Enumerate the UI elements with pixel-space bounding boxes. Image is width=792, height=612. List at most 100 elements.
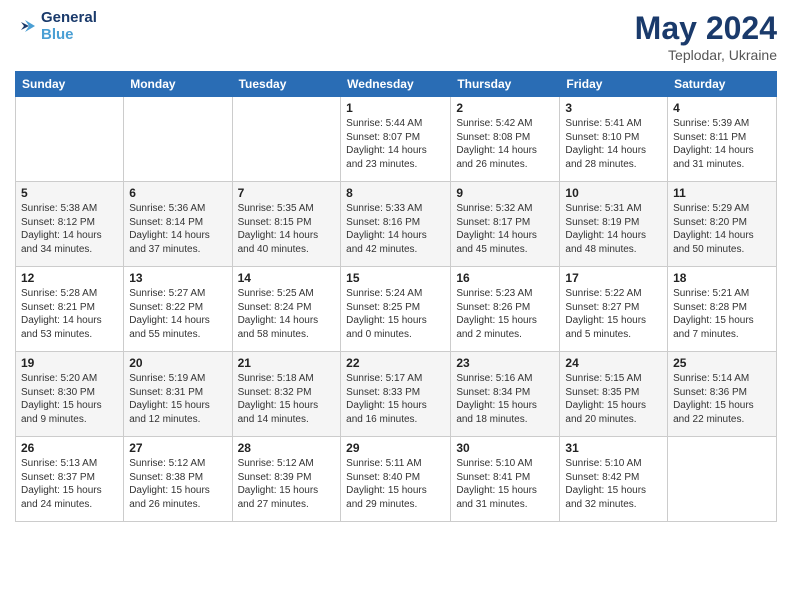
sunset: Sunset: 8:38 PM [129, 472, 203, 483]
day-info: Sunrise: 5:14 AM Sunset: 8:36 PM Dayligh… [673, 372, 771, 426]
sunset: Sunset: 8:32 PM [238, 387, 312, 398]
col-saturday: Saturday [668, 72, 777, 97]
day-number: 16 [456, 271, 554, 285]
sunrise: Sunrise: 5:25 AM [238, 288, 314, 299]
day-number: 25 [673, 356, 771, 370]
day-cell-4-3: 29 Sunrise: 5:11 AM Sunset: 8:40 PM Dayl… [341, 437, 451, 522]
daylight: Daylight: 14 hours and 28 minutes. [565, 145, 646, 170]
day-info: Sunrise: 5:27 AM Sunset: 8:22 PM Dayligh… [129, 287, 226, 341]
sunset: Sunset: 8:35 PM [565, 387, 639, 398]
day-info: Sunrise: 5:21 AM Sunset: 8:28 PM Dayligh… [673, 287, 771, 341]
sunrise: Sunrise: 5:22 AM [565, 288, 641, 299]
sunrise: Sunrise: 5:23 AM [456, 288, 532, 299]
day-info: Sunrise: 5:41 AM Sunset: 8:10 PM Dayligh… [565, 117, 662, 171]
daylight: Daylight: 14 hours and 31 minutes. [673, 145, 754, 170]
sunset: Sunset: 8:24 PM [238, 302, 312, 313]
day-info: Sunrise: 5:38 AM Sunset: 8:12 PM Dayligh… [21, 202, 118, 256]
sunrise: Sunrise: 5:39 AM [673, 118, 749, 129]
daylight: Daylight: 15 hours and 22 minutes. [673, 400, 754, 425]
daylight: Daylight: 15 hours and 14 minutes. [238, 400, 319, 425]
sunset: Sunset: 8:10 PM [565, 132, 639, 143]
week-row-2: 5 Sunrise: 5:38 AM Sunset: 8:12 PM Dayli… [16, 182, 777, 267]
sunset: Sunset: 8:22 PM [129, 302, 203, 313]
sunrise: Sunrise: 5:16 AM [456, 373, 532, 384]
day-number: 7 [238, 186, 336, 200]
col-wednesday: Wednesday [341, 72, 451, 97]
day-cell-3-3: 22 Sunrise: 5:17 AM Sunset: 8:33 PM Dayl… [341, 352, 451, 437]
sunset: Sunset: 8:14 PM [129, 217, 203, 228]
daylight: Daylight: 14 hours and 48 minutes. [565, 230, 646, 255]
sunrise: Sunrise: 5:19 AM [129, 373, 205, 384]
daylight: Daylight: 14 hours and 37 minutes. [129, 230, 210, 255]
title-block: May 2024 Teplodar, Ukraine [635, 10, 777, 63]
calendar-table: Sunday Monday Tuesday Wednesday Thursday… [15, 71, 777, 522]
sunrise: Sunrise: 5:12 AM [129, 458, 205, 469]
day-cell-4-1: 27 Sunrise: 5:12 AM Sunset: 8:38 PM Dayl… [124, 437, 232, 522]
day-cell-0-0 [16, 97, 124, 182]
day-cell-3-0: 19 Sunrise: 5:20 AM Sunset: 8:30 PM Dayl… [16, 352, 124, 437]
day-cell-0-6: 4 Sunrise: 5:39 AM Sunset: 8:11 PM Dayli… [668, 97, 777, 182]
daylight: Daylight: 15 hours and 29 minutes. [346, 485, 427, 510]
day-cell-0-5: 3 Sunrise: 5:41 AM Sunset: 8:10 PM Dayli… [560, 97, 668, 182]
day-cell-1-0: 5 Sunrise: 5:38 AM Sunset: 8:12 PM Dayli… [16, 182, 124, 267]
daylight: Daylight: 15 hours and 27 minutes. [238, 485, 319, 510]
day-cell-0-2 [232, 97, 341, 182]
daylight: Daylight: 14 hours and 42 minutes. [346, 230, 427, 255]
day-number: 11 [673, 186, 771, 200]
col-friday: Friday [560, 72, 668, 97]
day-info: Sunrise: 5:17 AM Sunset: 8:33 PM Dayligh… [346, 372, 445, 426]
day-number: 30 [456, 441, 554, 455]
sunset: Sunset: 8:28 PM [673, 302, 747, 313]
week-row-4: 19 Sunrise: 5:20 AM Sunset: 8:30 PM Dayl… [16, 352, 777, 437]
sunrise: Sunrise: 5:42 AM [456, 118, 532, 129]
day-info: Sunrise: 5:25 AM Sunset: 8:24 PM Dayligh… [238, 287, 336, 341]
daylight: Daylight: 15 hours and 31 minutes. [456, 485, 537, 510]
sunrise: Sunrise: 5:13 AM [21, 458, 97, 469]
daylight: Daylight: 14 hours and 45 minutes. [456, 230, 537, 255]
day-cell-1-4: 9 Sunrise: 5:32 AM Sunset: 8:17 PM Dayli… [451, 182, 560, 267]
header: General Blue May 2024 Teplodar, Ukraine [15, 10, 777, 63]
logo-blue: Blue [41, 27, 97, 44]
day-cell-1-6: 11 Sunrise: 5:29 AM Sunset: 8:20 PM Dayl… [668, 182, 777, 267]
col-sunday: Sunday [16, 72, 124, 97]
day-info: Sunrise: 5:12 AM Sunset: 8:39 PM Dayligh… [238, 457, 336, 511]
day-info: Sunrise: 5:16 AM Sunset: 8:34 PM Dayligh… [456, 372, 554, 426]
day-number: 4 [673, 101, 771, 115]
day-cell-2-1: 13 Sunrise: 5:27 AM Sunset: 8:22 PM Dayl… [124, 267, 232, 352]
title-location: Teplodar, Ukraine [635, 47, 777, 63]
sunset: Sunset: 8:11 PM [673, 132, 746, 143]
day-info: Sunrise: 5:10 AM Sunset: 8:41 PM Dayligh… [456, 457, 554, 511]
sunrise: Sunrise: 5:36 AM [129, 203, 205, 214]
sunset: Sunset: 8:41 PM [456, 472, 530, 483]
sunset: Sunset: 8:12 PM [21, 217, 95, 228]
day-cell-2-3: 15 Sunrise: 5:24 AM Sunset: 8:25 PM Dayl… [341, 267, 451, 352]
sunrise: Sunrise: 5:14 AM [673, 373, 749, 384]
daylight: Daylight: 14 hours and 23 minutes. [346, 145, 427, 170]
day-cell-1-3: 8 Sunrise: 5:33 AM Sunset: 8:16 PM Dayli… [341, 182, 451, 267]
daylight: Daylight: 15 hours and 16 minutes. [346, 400, 427, 425]
day-cell-0-3: 1 Sunrise: 5:44 AM Sunset: 8:07 PM Dayli… [341, 97, 451, 182]
day-info: Sunrise: 5:15 AM Sunset: 8:35 PM Dayligh… [565, 372, 662, 426]
sunrise: Sunrise: 5:10 AM [565, 458, 641, 469]
daylight: Daylight: 15 hours and 24 minutes. [21, 485, 102, 510]
sunset: Sunset: 8:42 PM [565, 472, 639, 483]
day-cell-1-2: 7 Sunrise: 5:35 AM Sunset: 8:15 PM Dayli… [232, 182, 341, 267]
sunset: Sunset: 8:08 PM [456, 132, 530, 143]
logo-bird-icon [15, 16, 37, 38]
daylight: Daylight: 15 hours and 18 minutes. [456, 400, 537, 425]
calendar-header-row: Sunday Monday Tuesday Wednesday Thursday… [16, 72, 777, 97]
day-number: 24 [565, 356, 662, 370]
day-cell-2-5: 17 Sunrise: 5:22 AM Sunset: 8:27 PM Dayl… [560, 267, 668, 352]
sunset: Sunset: 8:33 PM [346, 387, 420, 398]
day-number: 6 [129, 186, 226, 200]
day-number: 15 [346, 271, 445, 285]
sunset: Sunset: 8:40 PM [346, 472, 420, 483]
day-info: Sunrise: 5:44 AM Sunset: 8:07 PM Dayligh… [346, 117, 445, 171]
daylight: Daylight: 14 hours and 50 minutes. [673, 230, 754, 255]
daylight: Daylight: 15 hours and 5 minutes. [565, 315, 646, 340]
day-cell-4-6 [668, 437, 777, 522]
day-info: Sunrise: 5:11 AM Sunset: 8:40 PM Dayligh… [346, 457, 445, 511]
daylight: Daylight: 14 hours and 40 minutes. [238, 230, 319, 255]
day-cell-2-6: 18 Sunrise: 5:21 AM Sunset: 8:28 PM Dayl… [668, 267, 777, 352]
day-number: 9 [456, 186, 554, 200]
